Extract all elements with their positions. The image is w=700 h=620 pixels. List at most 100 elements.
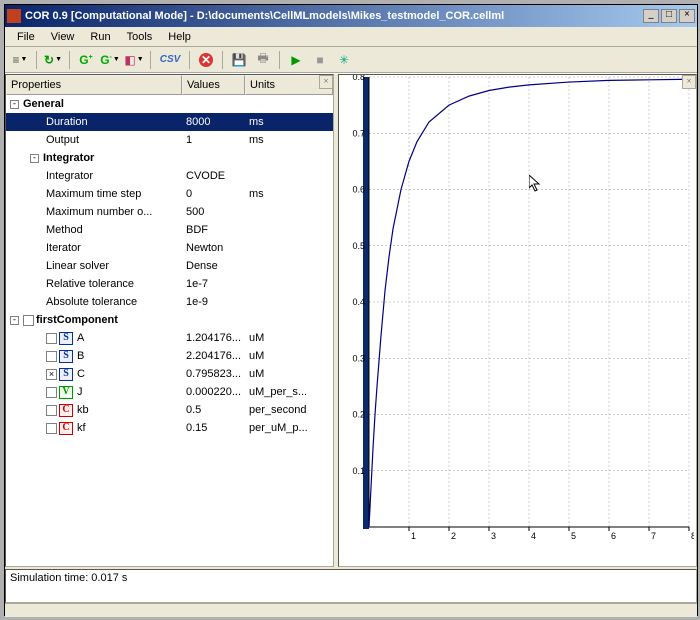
- close-button[interactable]: ×: [679, 9, 695, 23]
- separator: [36, 51, 37, 69]
- row-iterator[interactable]: Iterator Newton: [6, 239, 333, 257]
- label-linsolv: Linear solver: [6, 257, 182, 275]
- debug-button[interactable]: ✳: [333, 49, 355, 71]
- state-icon: S: [59, 368, 73, 381]
- stop-button[interactable]: ✕: [195, 49, 217, 71]
- separator: [69, 51, 70, 69]
- svg-text:0.3: 0.3: [352, 353, 365, 363]
- minimize-button[interactable]: _: [643, 9, 659, 23]
- group-component[interactable]: -firstComponent: [6, 311, 333, 329]
- svg-text:3: 3: [491, 531, 496, 541]
- value-maxnum: 500: [182, 203, 245, 221]
- row-output[interactable]: Output 1 ms: [6, 131, 333, 149]
- label-general: General: [23, 98, 64, 110]
- row-maxstep[interactable]: Maximum time step 0 ms: [6, 185, 333, 203]
- row-var-kb[interactable]: Ckb 0.5 per_second: [6, 401, 333, 419]
- print-button[interactable]: 🖶: [252, 49, 274, 71]
- collapse-icon[interactable]: -: [10, 100, 19, 109]
- row-var-C[interactable]: ×SC 0.795823... uM: [6, 365, 333, 383]
- label-B: B: [77, 350, 84, 362]
- menu-run[interactable]: Run: [82, 29, 118, 45]
- units-C: uM: [245, 365, 333, 383]
- menu-file[interactable]: File: [9, 29, 43, 45]
- pane-close-button[interactable]: ×: [319, 75, 333, 89]
- g-minus-button[interactable]: G-▼: [99, 49, 121, 71]
- variable-icon: V: [59, 386, 73, 399]
- row-abstol[interactable]: Absolute tolerance 1e-9: [6, 293, 333, 311]
- svg-text:0.4: 0.4: [352, 297, 365, 307]
- row-var-J[interactable]: VJ 0.000220... uM_per_s...: [6, 383, 333, 401]
- properties-body[interactable]: -General Duration 8000 ms Output 1 ms -I…: [6, 95, 333, 566]
- label-A: A: [77, 332, 84, 344]
- svg-text:0.5: 0.5: [352, 241, 365, 251]
- svg-text:2: 2: [451, 531, 456, 541]
- checkbox-C[interactable]: ×: [46, 369, 57, 380]
- value-method: BDF: [182, 221, 245, 239]
- row-maxnum[interactable]: Maximum number o... 500: [6, 203, 333, 221]
- row-var-kf[interactable]: Ckf 0.15 per_uM_p...: [6, 419, 333, 437]
- row-var-A[interactable]: SA 1.204176... uM: [6, 329, 333, 347]
- csv-button[interactable]: CSV: [156, 49, 184, 71]
- checkbox-kf[interactable]: [46, 423, 57, 434]
- constant-icon: C: [59, 422, 73, 435]
- window-title: COR 0.9 [Computational Mode] - D:\docume…: [25, 10, 504, 22]
- refresh-button[interactable]: ↻▼: [42, 49, 64, 71]
- menu-view[interactable]: View: [43, 29, 83, 45]
- pane-close-button[interactable]: ×: [682, 75, 696, 89]
- bottom-bar: [5, 603, 697, 617]
- col-values[interactable]: Values: [182, 75, 245, 95]
- row-linsolv[interactable]: Linear solver Dense: [6, 257, 333, 275]
- checkbox-J[interactable]: [46, 387, 57, 398]
- value-J: 0.000220...: [182, 383, 245, 401]
- row-reltol[interactable]: Relative tolerance 1e-7: [6, 275, 333, 293]
- checkbox-kb[interactable]: [46, 405, 57, 416]
- checkbox[interactable]: [23, 315, 34, 326]
- main-window: COR 0.9 [Computational Mode] - D:\docume…: [4, 4, 698, 616]
- label-integrator-group: Integrator: [43, 152, 94, 164]
- state-icon: S: [59, 332, 73, 345]
- checkbox-B[interactable]: [46, 351, 57, 362]
- collapse-icon[interactable]: -: [10, 316, 19, 325]
- value-iterator: Newton: [182, 239, 245, 257]
- titlebar: COR 0.9 [Computational Mode] - D:\docume…: [5, 5, 697, 27]
- app-icon: [7, 9, 21, 23]
- units-kf: per_uM_p...: [245, 419, 333, 437]
- row-var-B[interactable]: SB 2.204176... uM: [6, 347, 333, 365]
- pause-button[interactable]: ■: [309, 49, 331, 71]
- row-method[interactable]: Method BDF: [6, 221, 333, 239]
- units-A: uM: [245, 329, 333, 347]
- row-integrator[interactable]: Integrator CVODE: [6, 167, 333, 185]
- menu-tools[interactable]: Tools: [119, 29, 161, 45]
- label-iterator: Iterator: [6, 239, 182, 257]
- label-abstol: Absolute tolerance: [6, 293, 182, 311]
- svg-text:7: 7: [651, 531, 656, 541]
- checkbox-A[interactable]: [46, 333, 57, 344]
- menu-help[interactable]: Help: [160, 29, 199, 45]
- collapse-icon[interactable]: -: [30, 154, 39, 163]
- units-B: uM: [245, 347, 333, 365]
- maximize-button[interactable]: □: [661, 9, 677, 23]
- value-kb: 0.5: [182, 401, 245, 419]
- svg-text:0.2: 0.2: [352, 410, 365, 420]
- value-C: 0.795823...: [182, 365, 245, 383]
- status-bar: Simulation time: 0.017 s: [5, 569, 697, 603]
- row-duration[interactable]: Duration 8000 ms: [6, 113, 333, 131]
- svg-text:8: 8: [691, 531, 694, 541]
- svg-text:0.1: 0.1: [352, 466, 365, 476]
- units-kb: per_second: [245, 401, 333, 419]
- group-general[interactable]: -General: [6, 95, 333, 113]
- list-button[interactable]: ≡▼: [9, 49, 31, 71]
- save-button[interactable]: 💾: [228, 49, 250, 71]
- chart: 123456780.10.20.30.40.50.60.70.8: [339, 75, 694, 545]
- value-reltol: 1e-7: [182, 275, 245, 293]
- plot-area[interactable]: × 123456780.10.20.30.40.50.60.70.8: [338, 74, 697, 567]
- play-button[interactable]: ▶: [285, 49, 307, 71]
- group-integrator[interactable]: -Integrator: [6, 149, 333, 167]
- g-plus-button[interactable]: G+: [75, 49, 97, 71]
- properties-header: Properties Values Units: [6, 75, 333, 95]
- col-properties[interactable]: Properties: [6, 75, 182, 95]
- label-method: Method: [6, 221, 182, 239]
- value-B: 2.204176...: [182, 347, 245, 365]
- units-duration: ms: [245, 113, 333, 131]
- eraser-button[interactable]: ◧▼: [123, 49, 145, 71]
